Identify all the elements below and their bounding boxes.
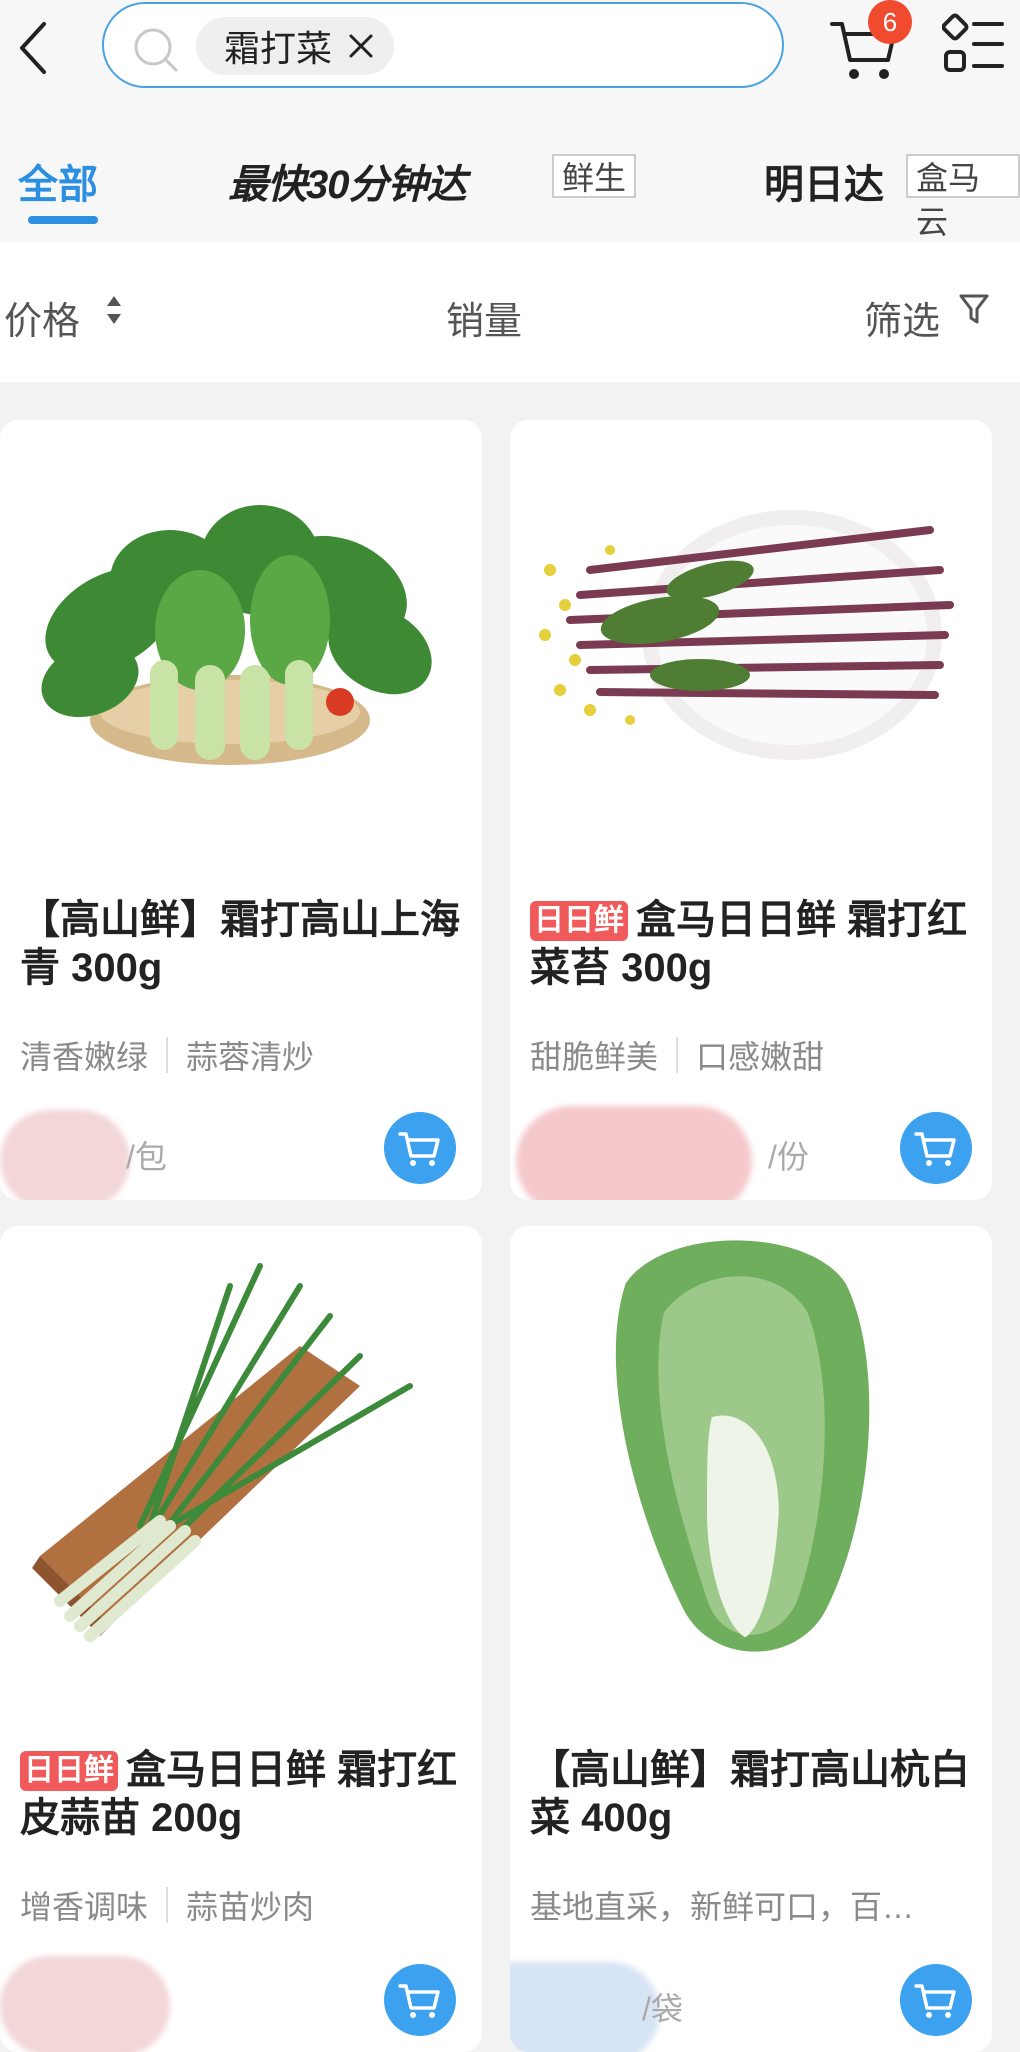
- product-tags: 清香嫩绿 蒜蓉清炒: [20, 1032, 314, 1078]
- brand-tag: 日日鲜: [20, 1751, 118, 1791]
- product-image-bok-choy: [41, 505, 432, 765]
- price-redacted: [0, 1956, 170, 2052]
- chevron-left-icon[interactable]: [10, 18, 60, 78]
- product-tag: 清香嫩绿: [20, 1039, 149, 1075]
- product-card[interactable]: 日日鲜 盒马日日鲜 霜打红菜苔 300g 甜脆鲜美 口感嫩甜 /份: [510, 420, 992, 1200]
- tab-tomorrow-tag: 盒马云: [906, 154, 1020, 240]
- product-image-garlic-sprouts: [32, 1263, 413, 1642]
- price-unit: /份: [768, 1139, 809, 1175]
- product-tags: 甜脆鲜美 口感嫩甜: [530, 1032, 824, 1078]
- price-unit: /包: [126, 1139, 167, 1175]
- tag-divider: [166, 1887, 169, 1923]
- sort-sales[interactable]: 销量: [446, 290, 522, 345]
- product-tag: 蒜苗炒肉: [186, 1889, 315, 1925]
- product-card[interactable]: 日日鲜 盒马日日鲜 霜打红皮蒜苗 200g 增香调味 蒜苗炒肉: [0, 1226, 482, 2052]
- brand-tag: 日日鲜: [530, 901, 628, 941]
- add-to-cart-button[interactable]: [900, 1112, 972, 1184]
- product-tag: 增香调味: [20, 1889, 149, 1925]
- product-title[interactable]: 日日鲜 盒马日日鲜 霜打红皮蒜苗 200g: [20, 1746, 468, 1842]
- product-tag: 基地直采，新鲜可口，百…: [530, 1889, 915, 1925]
- search-icon: [134, 28, 178, 72]
- active-tab-indicator: [28, 216, 98, 224]
- product-tags: 增香调味 蒜苗炒肉: [20, 1882, 314, 1928]
- product-title[interactable]: 【高山鲜】霜打高山上海青 300g: [20, 896, 468, 992]
- cart-icon: [914, 1132, 956, 1166]
- sort-price[interactable]: 价格: [4, 290, 80, 345]
- product-tags: 基地直采，新鲜可口，百…: [530, 1882, 914, 1928]
- cart-icon: [398, 1132, 440, 1166]
- sort-bar: 价格 销量 筛选: [0, 242, 1020, 382]
- price-redacted: [0, 1110, 130, 1200]
- tab-fast-tag: 鲜生: [552, 154, 637, 198]
- product-card[interactable]: 【高山鲜】霜打高山杭白菜 400g 基地直采，新鲜可口，百… /袋: [510, 1226, 992, 2052]
- sort-arrows-icon[interactable]: [104, 290, 124, 330]
- product-card[interactable]: 【高山鲜】霜打高山上海青 300g 清香嫩绿 蒜蓉清炒 /包: [0, 420, 482, 1200]
- product-title-text: 【高山鲜】霜打高山杭白菜 400g: [530, 1748, 970, 1840]
- price-redacted: [516, 1106, 752, 1200]
- product-title[interactable]: 日日鲜 盒马日日鲜 霜打红菜苔 300g: [530, 896, 978, 992]
- product-tag: 甜脆鲜美: [530, 1039, 659, 1075]
- cart-icon: [398, 1984, 440, 2018]
- product-image-napa-cabbage: [615, 1240, 870, 1652]
- price-unit: /袋: [642, 1991, 683, 2027]
- tag-divider: [166, 1037, 169, 1073]
- tab-tomorrow[interactable]: 明日达: [764, 152, 884, 210]
- add-to-cart-button[interactable]: [384, 1112, 456, 1184]
- add-to-cart-button[interactable]: [900, 1964, 972, 2036]
- product-title[interactable]: 【高山鲜】霜打高山杭白菜 400g: [530, 1746, 978, 1842]
- search-chip-label: 霜打菜: [224, 28, 333, 69]
- search-box[interactable]: 霜打菜: [102, 2, 784, 88]
- cart-count-badge: 6: [868, 0, 912, 44]
- delivery-tabs: 全部 最快30分钟达 鲜生 明日达 盒马云: [0, 100, 1020, 242]
- tag-divider: [676, 1037, 679, 1073]
- sort-filter[interactable]: 筛选: [864, 290, 940, 345]
- search-chip[interactable]: 霜打菜: [196, 17, 395, 75]
- cart-icon: [914, 1984, 956, 2018]
- top-bar: 霜打菜 6: [0, 0, 1020, 100]
- add-to-cart-button[interactable]: [384, 1964, 456, 2036]
- product-tag: 蒜蓉清炒: [186, 1039, 315, 1075]
- tab-all[interactable]: 全部: [18, 152, 98, 210]
- close-icon[interactable]: [346, 31, 376, 61]
- product-title-text: 【高山鲜】霜打高山上海青 300g: [20, 898, 460, 990]
- product-image-red-choy-sum: [539, 510, 954, 760]
- funnel-icon[interactable]: [958, 292, 990, 328]
- product-tag: 口感嫩甜: [696, 1039, 825, 1075]
- price-redacted: [510, 1962, 660, 2052]
- list-menu-icon[interactable]: [942, 12, 1006, 80]
- tab-fast-delivery[interactable]: 最快30分钟达: [228, 152, 466, 210]
